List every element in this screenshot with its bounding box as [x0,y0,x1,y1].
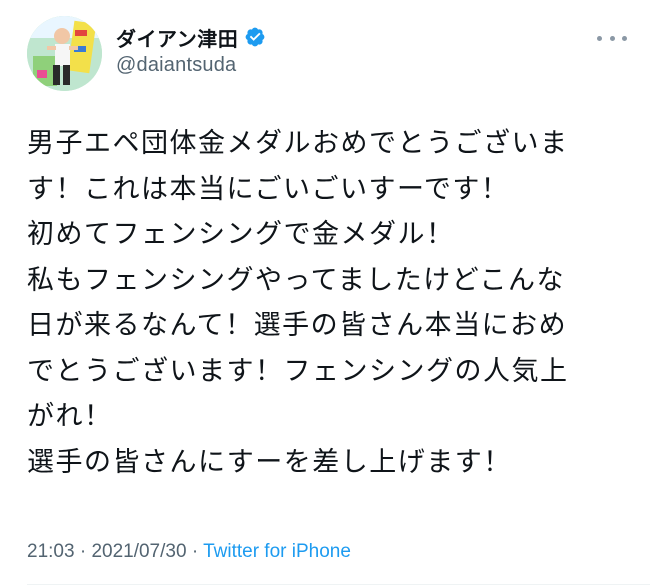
display-name[interactable]: ダイアン津田 [116,23,238,52]
meta-separator: · [79,541,87,562]
tweet-text-line: 選手の皆さんにすーを差し上げます！ [27,446,512,478]
more-horizontal-icon[interactable] [597,32,627,44]
tweet-text-line: 日が来るなんて！選手の皆さん本当におめ [27,310,568,341]
tweet-text-line: でとうございます！フェンシングの人気上 [27,355,569,387]
meta-separator: · [191,541,199,562]
author-names[interactable]: ダイアン津田 @daiantsuda [116,22,266,77]
tweet-text-line: 初めてフェンシングで金メダル！ [27,219,455,250]
tweet-text-line: 私もフェンシングやってましたけどこんな [27,264,565,296]
tweet-source-link[interactable]: Twitter for iPhone [203,541,351,562]
avatar[interactable] [27,16,102,91]
tweet-header: ダイアン津田 @daiantsuda [27,16,627,92]
dot [597,35,602,41]
dot [609,35,615,41]
author-handle[interactable]: @daiantsuda [116,54,266,77]
tweet-text-line: す！これは本当にごいごいすーです！ [27,173,510,205]
tweet-date[interactable]: 2021/07/30 [91,541,186,562]
tweet: ダイアン津田 @daiantsuda 男子エペ団体金メダルおめでとうございま す… [0,0,650,586]
dot [622,35,627,41]
avatar-image [27,16,102,91]
display-name-row: ダイアン津田 [116,22,266,52]
verified-badge-icon [245,27,265,47]
tweet-text-line: 男子エペ団体金メダルおめでとうございま [27,128,569,159]
tweet-text-line: がれ！ [27,401,113,432]
tweet-text: 男子エペ団体金メダルおめでとうございま す！これは本当にごいごいすーです！ 初め… [27,121,627,485]
tweet-time[interactable]: 21:03 [27,541,75,562]
tweet-metadata: 21:03 · 2021/07/30 · Twitter for iPhone [27,541,351,563]
divider [27,584,650,585]
